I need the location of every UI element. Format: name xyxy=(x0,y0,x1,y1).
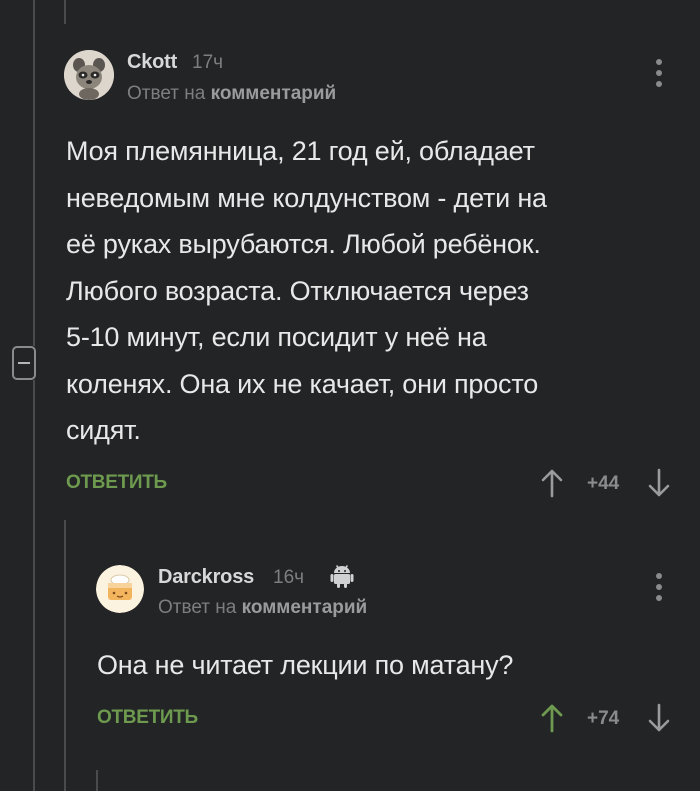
minus-icon xyxy=(18,362,30,364)
reply-target-link[interactable]: комментарий xyxy=(242,597,368,618)
avatar[interactable] xyxy=(64,50,114,100)
reply-target-link[interactable]: комментарий xyxy=(211,83,337,104)
downvote-arrow-icon[interactable] xyxy=(647,468,671,498)
comment-rating: +74 xyxy=(587,708,620,729)
reply-prefix: Ответ на xyxy=(158,597,237,618)
comment-text: Моя племянница, 21 год ей, обладает неве… xyxy=(66,136,547,445)
thread-line-child xyxy=(96,770,98,791)
comment-time: 17ч xyxy=(192,52,224,73)
comment-text: Она не читает лекции по матану? xyxy=(97,650,514,680)
thread-line-outer-lower xyxy=(33,380,35,791)
comment-rating: +44 xyxy=(587,473,620,494)
reply-to-info: Ответ на комментарий xyxy=(127,83,336,105)
reply-button[interactable]: ОТВЕТИТЬ xyxy=(66,472,167,494)
downvote-arrow-icon[interactable] xyxy=(647,703,671,733)
upvote-arrow-icon[interactable] xyxy=(540,468,564,498)
thread-line-nested xyxy=(64,520,66,791)
cake-avatar-icon xyxy=(96,565,144,613)
thread-line-top xyxy=(64,0,66,24)
more-menu-icon[interactable] xyxy=(654,59,664,87)
comment-author[interactable]: Darckross xyxy=(158,566,254,589)
comment-time: 16ч xyxy=(273,567,305,588)
android-icon xyxy=(330,565,354,588)
comment-author[interactable]: Ckott xyxy=(127,51,177,74)
reply-prefix: Ответ на xyxy=(127,83,206,104)
raccoon-avatar-icon xyxy=(64,50,114,100)
reply-button[interactable]: ОТВЕТИТЬ xyxy=(97,707,198,729)
avatar[interactable] xyxy=(96,565,144,613)
thread-line-outer xyxy=(33,0,35,346)
collapse-thread-button[interactable] xyxy=(12,346,36,380)
reply-to-info: Ответ на комментарий xyxy=(158,597,367,619)
more-menu-icon[interactable] xyxy=(654,573,664,601)
upvote-arrow-icon[interactable] xyxy=(540,703,564,733)
